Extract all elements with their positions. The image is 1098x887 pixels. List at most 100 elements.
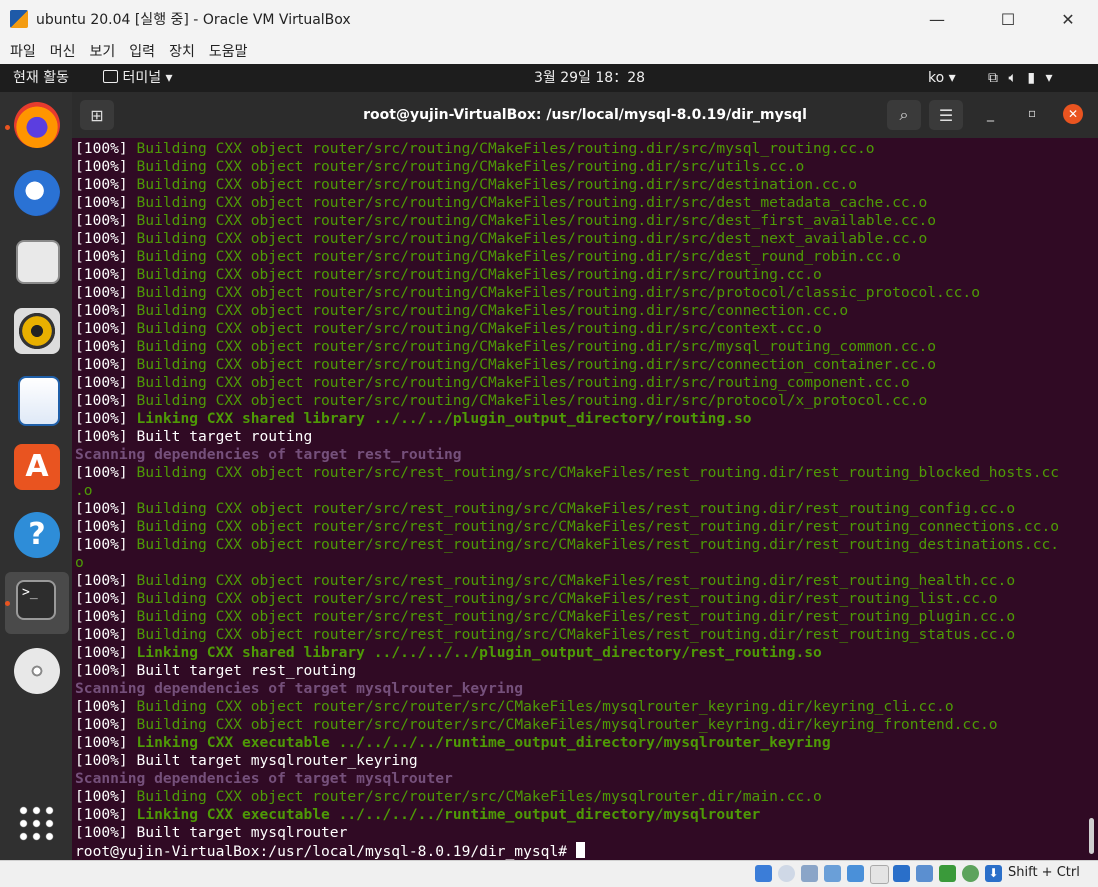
progress-prefix: [100%] xyxy=(75,806,137,823)
line-text: Linking CXX shared library ../../../plug… xyxy=(136,410,752,427)
line-text: Building CXX object router/src/routing/C… xyxy=(136,176,857,193)
terminal-line: [100%] Built target routing xyxy=(75,428,1087,446)
clock[interactable]: 3월 29일 18：28 xyxy=(534,64,645,92)
close-button[interactable]: ✕ xyxy=(1045,0,1091,38)
progress-prefix: [100%] xyxy=(75,644,137,661)
line-text: Building CXX object router/src/router/sr… xyxy=(136,716,998,733)
network-icon: ⧉ xyxy=(988,70,998,86)
terminal-line: [100%] Building CXX object router/src/re… xyxy=(75,500,1087,518)
progress-prefix: [100%] xyxy=(75,788,137,805)
progress-prefix: [100%] xyxy=(75,176,137,193)
progress-prefix: [100%] xyxy=(75,518,137,535)
line-text: Building CXX object router/src/routing/C… xyxy=(136,230,928,247)
terminal-scrollbar[interactable] xyxy=(1089,818,1094,854)
app-menu[interactable]: 터미널 ▾ xyxy=(103,64,173,92)
line-text: Building CXX object router/src/routing/C… xyxy=(136,248,901,265)
terminal-close-button[interactable]: ✕ xyxy=(1063,104,1083,124)
files-icon[interactable] xyxy=(16,240,60,284)
thunderbird-icon[interactable] xyxy=(14,170,60,216)
terminal-line: [100%] Linking CXX executable ../../../.… xyxy=(75,734,1087,752)
line-text: Scanning dependencies of target rest_rou… xyxy=(75,446,462,463)
hard-disk-icon[interactable] xyxy=(755,865,772,882)
line-text: Built target mysqlrouter_keyring xyxy=(136,752,418,769)
line-text: Building CXX object router/src/routing/C… xyxy=(136,194,928,211)
running-indicator xyxy=(5,125,10,130)
battery-icon: ▮ xyxy=(1027,70,1036,86)
display-icon[interactable] xyxy=(893,865,910,882)
progress-prefix: [100%] xyxy=(75,410,137,427)
running-indicator xyxy=(5,601,10,606)
progress-prefix: [100%] xyxy=(75,248,137,265)
terminal-output[interactable]: [100%] Building CXX object router/src/ro… xyxy=(75,140,1087,860)
progress-prefix: [100%] xyxy=(75,230,137,247)
progress-prefix: [100%] xyxy=(75,158,137,175)
text-cursor xyxy=(575,842,585,858)
terminal-line: [100%] Building CXX object router/src/re… xyxy=(75,572,1087,590)
menu-devices[interactable]: 장치 xyxy=(169,41,195,61)
host-key-label: Shift + Ctrl xyxy=(1008,865,1080,880)
network-adapter-icon[interactable] xyxy=(824,865,841,882)
shell-prompt-line[interactable]: root@yujin-VirtualBox:/usr/local/mysql-8… xyxy=(75,842,1087,860)
search-button[interactable]: ⌕ xyxy=(887,100,921,130)
line-text: Building CXX object router/src/routing/C… xyxy=(136,374,910,391)
ubuntu-software-icon[interactable]: A xyxy=(14,444,60,490)
line-text: Building CXX object router/src/rest_rout… xyxy=(136,572,1016,589)
cpu-icon[interactable] xyxy=(939,865,956,882)
line-text: Built target mysqlrouter xyxy=(136,824,348,841)
audio-icon[interactable] xyxy=(801,865,818,882)
minimize-button[interactable]: — xyxy=(914,0,960,38)
line-text: Building CXX object router/src/routing/C… xyxy=(136,302,849,319)
terminal-minimize-button[interactable]: _ xyxy=(987,106,994,122)
usb-icon[interactable] xyxy=(847,865,864,882)
terminal-line: [100%] Built target rest_routing xyxy=(75,662,1087,680)
progress-prefix: [100%] xyxy=(75,284,137,301)
line-text: Built target rest_routing xyxy=(136,662,357,679)
terminal-maximize-button[interactable]: ▫ xyxy=(1028,106,1036,120)
shared-folders-icon[interactable] xyxy=(870,865,889,884)
progress-prefix: [100%] xyxy=(75,608,137,625)
line-text: Building CXX object router/src/routing/C… xyxy=(136,212,937,229)
progress-prefix: [100%] xyxy=(75,266,137,283)
terminal-line: [100%] Building CXX object router/src/ro… xyxy=(75,212,1087,230)
progress-prefix: [100%] xyxy=(75,194,137,211)
vbox-statusbar: ⬇ Shift + Ctrl xyxy=(0,860,1098,887)
terminal-line: [100%] Building CXX object router/src/ro… xyxy=(75,374,1087,392)
firefox-icon[interactable] xyxy=(14,102,60,148)
system-menu[interactable]: ⧉ 🔈︎ ▮ ▾ xyxy=(988,64,1053,92)
host-key-icon[interactable]: ⬇ xyxy=(985,865,1002,882)
line-text: Building CXX object router/src/rest_rout… xyxy=(136,626,1016,643)
show-apps-icon[interactable] xyxy=(17,804,56,843)
activities-button[interactable]: 현재 활동 xyxy=(13,64,69,92)
terminal-line: [100%] Building CXX object router/src/ro… xyxy=(75,302,1087,320)
recording-icon[interactable] xyxy=(916,865,933,882)
line-text: Building CXX object router/src/router/sr… xyxy=(136,698,954,715)
progress-prefix: [100%] xyxy=(75,590,137,607)
terminal-icon[interactable]: >_ xyxy=(16,580,56,620)
terminal-app-icon xyxy=(103,70,118,83)
menu-button[interactable]: ☰ xyxy=(929,100,963,130)
menu-file[interactable]: 파일 xyxy=(10,41,36,61)
optical-drive-icon[interactable] xyxy=(778,865,795,882)
progress-prefix: [100%] xyxy=(75,752,137,769)
progress-prefix: [100%] xyxy=(75,716,137,733)
maximize-button[interactable]: ☐ xyxy=(985,0,1031,38)
menu-input[interactable]: 입력 xyxy=(129,41,155,61)
menu-machine[interactable]: 머신 xyxy=(50,41,76,61)
line-text: Building CXX object router/src/routing/C… xyxy=(136,392,928,409)
mouse-integration-icon[interactable] xyxy=(962,865,979,882)
terminal-line: [100%] Built target mysqlrouter xyxy=(75,824,1087,842)
line-text: Built target routing xyxy=(136,428,313,445)
terminal-line: [100%] Building CXX object router/src/ro… xyxy=(75,320,1087,338)
menu-help[interactable]: 도움말 xyxy=(209,41,248,61)
menu-view[interactable]: 보기 xyxy=(90,41,116,61)
line-text: Building CXX object router/src/routing/C… xyxy=(136,320,822,337)
rhythmbox-icon[interactable] xyxy=(14,308,60,354)
progress-prefix: [100%] xyxy=(75,734,137,751)
line-text: Building CXX object router/src/rest_rout… xyxy=(136,518,1060,535)
input-method-menu[interactable]: ko ▾ xyxy=(928,64,956,92)
progress-prefix: [100%] xyxy=(75,662,137,679)
libreoffice-writer-icon[interactable] xyxy=(18,376,60,426)
help-icon[interactable]: ? xyxy=(14,512,60,558)
dvd-icon[interactable] xyxy=(14,648,60,694)
search-icon: ⌕ xyxy=(899,105,909,124)
